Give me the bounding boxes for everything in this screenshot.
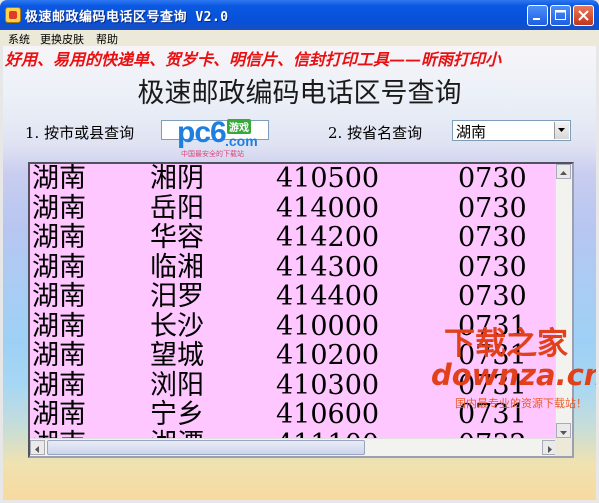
- city-cell: 望城: [150, 340, 204, 371]
- area-code-cell: 0730: [458, 192, 527, 224]
- area-code-cell: 0730: [458, 222, 527, 253]
- list-item[interactable]: 湖南 汨罗 414400 0730: [30, 282, 557, 312]
- menu-bar: 系统 更换皮肤 帮助: [0, 30, 599, 46]
- menu-system[interactable]: 系统: [8, 31, 30, 47]
- window-title: 极速邮政编码电话区号查询 V2.0: [25, 10, 229, 25]
- menu-help[interactable]: 帮助: [96, 31, 118, 47]
- list-item[interactable]: 湖南 岳阳 414000 0730: [30, 194, 557, 224]
- close-icon: [578, 10, 589, 21]
- dropdown-button[interactable]: [554, 122, 569, 139]
- pc6-brand: pc6: [177, 116, 227, 149]
- postcode-cell: 411100: [276, 430, 379, 439]
- scroll-left-button[interactable]: [30, 440, 45, 455]
- menu-change-skin[interactable]: 更换皮肤: [40, 31, 84, 47]
- scroll-down-button[interactable]: [556, 423, 571, 438]
- pc6-domain: .com: [225, 133, 258, 149]
- client-area: 好用、易用的快递单、贺岁卡、明信片、信封打印工具——昕雨打印小 极速邮政编码电话…: [3, 46, 596, 500]
- maximize-button[interactable]: [550, 5, 571, 26]
- list-item[interactable]: 湖南 临湘 414300 0730: [30, 253, 557, 283]
- minimize-button[interactable]: [527, 5, 548, 26]
- postcode-cell: 414200: [276, 222, 380, 253]
- minimize-icon: [533, 18, 540, 20]
- province-cell: 湖南: [32, 281, 86, 312]
- postcode-cell: 410000: [276, 310, 380, 342]
- province-cell: 湖南: [32, 164, 86, 194]
- city-search-label: 1. 按市或县查询: [25, 124, 135, 142]
- area-code-cell: 0730: [458, 281, 527, 312]
- city-cell: 浏阳: [150, 369, 204, 401]
- maximize-icon: [555, 10, 566, 20]
- province-dropdown[interactable]: 湖南: [452, 120, 571, 141]
- pc6-badge: 游戏: [227, 119, 251, 134]
- city-cell: 湘潭: [150, 430, 204, 439]
- area-code-cell: 0732: [458, 430, 527, 439]
- scrolling-banner: 好用、易用的快递单、贺岁卡、明信片、信封打印工具——昕雨打印小: [5, 50, 502, 69]
- app-icon[interactable]: [5, 7, 21, 23]
- city-cell: 宁乡: [150, 399, 204, 430]
- postcode-cell: 410600: [276, 399, 380, 430]
- city-cell: 湘阴: [150, 164, 204, 194]
- province-cell: 湖南: [32, 251, 86, 283]
- city-cell: 汨罗: [150, 281, 204, 312]
- province-cell: 湖南: [32, 222, 86, 253]
- postcode-cell: 410200: [276, 340, 380, 371]
- city-cell: 长沙: [150, 310, 204, 342]
- province-cell: 湖南: [32, 340, 86, 371]
- arrow-left-icon: [35, 446, 39, 453]
- province-search-label: 2. 按省名查询: [328, 124, 423, 142]
- chevron-down-icon: [558, 128, 565, 132]
- title-bar[interactable]: 极速邮政编码电话区号查询 V2.0: [0, 0, 599, 30]
- list-item[interactable]: 湖南 湘阴 410500 0730: [30, 164, 557, 194]
- scroll-corner: [555, 438, 572, 456]
- province-cell: 湖南: [32, 192, 86, 224]
- area-code-cell: 0730: [458, 164, 527, 194]
- province-cell: 湖南: [32, 369, 86, 401]
- postcode-cell: 410500: [276, 164, 380, 194]
- province-selected-value: 湖南: [456, 123, 487, 141]
- city-cell: 华容: [150, 222, 204, 253]
- list-item[interactable]: 湖南 华容 414200 0730: [30, 223, 557, 253]
- horizontal-scrollbar[interactable]: [30, 438, 557, 456]
- province-cell: 湖南: [32, 310, 86, 342]
- results-list[interactable]: 湖南 湘阴 410500 0730 湖南 岳阳 414000 0730 湖南 华容 414200 07…: [28, 162, 574, 458]
- postcode-cell: 414000: [276, 192, 380, 224]
- scroll-up-button[interactable]: [556, 164, 571, 179]
- downza-watermark-tagline: 国内最专业的资源下载站！: [455, 397, 587, 410]
- province-cell: 湖南: [32, 430, 86, 439]
- city-cell: 临湘: [150, 251, 204, 283]
- area-code-cell: 0730: [458, 251, 527, 283]
- postcode-cell: 410300: [276, 369, 380, 401]
- postcode-cell: 414300: [276, 251, 380, 283]
- page-title: 极速邮政编码电话区号查询: [137, 78, 462, 109]
- close-button[interactable]: [573, 5, 594, 26]
- province-cell: 湖南: [32, 399, 86, 430]
- downza-watermark-domain: downza.cn: [431, 358, 596, 392]
- city-cell: 岳阳: [150, 192, 204, 224]
- pc6-watermark-logo: pc6 游戏 .com 中国最安全的下载站: [177, 116, 273, 158]
- postcode-cell: 414400: [276, 281, 380, 312]
- horizontal-scroll-thumb[interactable]: [47, 440, 365, 455]
- downza-watermark-brand: 下载之家: [444, 326, 568, 362]
- pc6-tagline: 中国最安全的下载站: [181, 150, 244, 158]
- list-item[interactable]: 湖南 湘潭 411100 0732: [30, 430, 557, 439]
- arrow-up-icon: [560, 171, 567, 175]
